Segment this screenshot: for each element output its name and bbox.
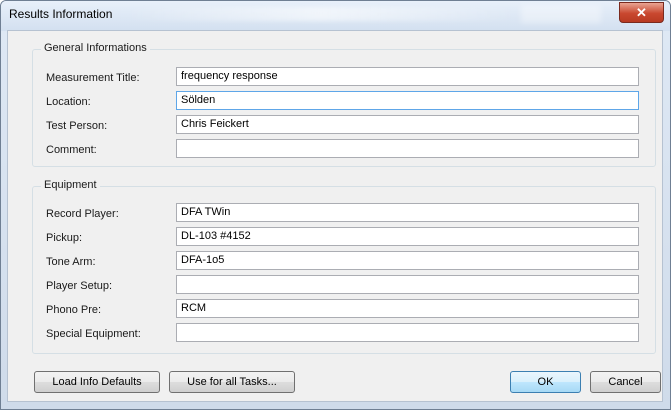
test-person-field[interactable]: Chris Feickert [176,115,639,134]
measurement-title-field[interactable]: frequency response [176,67,639,86]
cancel-button[interactable]: Cancel [590,371,661,393]
title-bar-glass-2 [521,5,601,23]
pickup-label: Pickup: [46,232,83,244]
tone-arm-label: Tone Arm: [46,256,96,268]
equipment-title: Equipment [41,179,100,191]
location-label: Location: [46,96,91,108]
pickup-field[interactable]: DL-103 #4152 [176,227,639,246]
location-field[interactable]: Sölden [176,91,639,110]
use-for-all-tasks-button[interactable]: Use for all Tasks... [169,371,295,393]
special-equipment-label: Special Equipment: [46,328,141,340]
record-player-field[interactable]: DFA TWin [176,203,639,222]
tone-arm-field[interactable]: DFA-1o5 [176,251,639,270]
player-setup-field[interactable] [176,275,639,294]
load-info-defaults-button[interactable]: Load Info Defaults [34,371,160,393]
title-bar-glass [121,7,521,21]
comment-label: Comment: [46,144,97,156]
window-title: Results Information [9,7,113,21]
test-person-label: Test Person: [46,120,108,132]
general-informations-title: General Informations [41,42,150,54]
record-player-label: Record Player: [46,208,119,220]
phono-pre-field[interactable]: RCM [176,299,639,318]
title-bar[interactable]: Results Information ✕ [1,1,670,31]
phono-pre-label: Phono Pre: [46,304,102,316]
close-button[interactable]: ✕ [619,2,664,23]
comment-field[interactable] [176,139,639,158]
measurement-title-label: Measurement Title: [46,72,140,84]
ok-button[interactable]: OK [510,371,581,393]
special-equipment-field[interactable] [176,323,639,342]
player-setup-label: Player Setup: [46,280,113,292]
close-icon: ✕ [636,5,647,20]
